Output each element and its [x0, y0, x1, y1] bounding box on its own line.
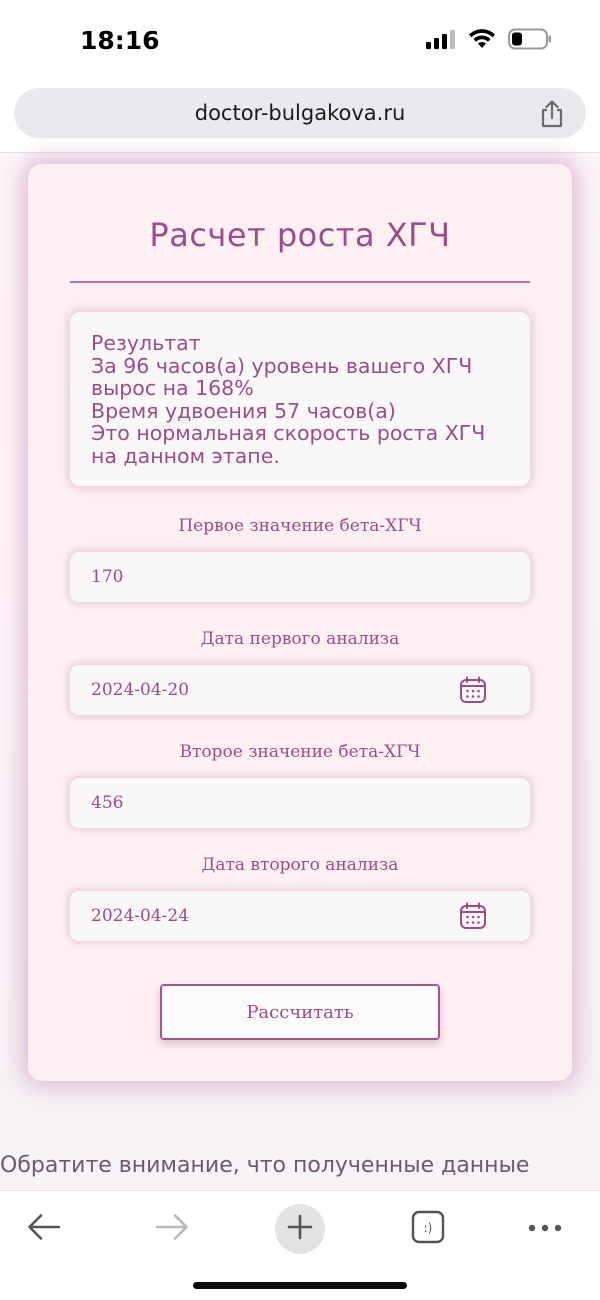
notice-text: Обратите внимание, что полученные данные — [0, 1153, 530, 1178]
result-line: на данном этапе. — [91, 443, 280, 468]
back-button[interactable] — [16, 1201, 72, 1257]
second-value-input[interactable]: 456 — [70, 778, 530, 828]
new-tab-plus-icon — [287, 1214, 313, 1245]
result-line: За 96 часов(а) уровень вашего ХГЧ — [91, 353, 473, 378]
second-date-input[interactable]: 2024-04-24 — [70, 891, 530, 941]
calendar-icon[interactable] — [459, 676, 487, 709]
first-date-label: Дата первого анализа — [200, 629, 400, 649]
result-line: Результат — [91, 331, 201, 355]
forward-arrow-icon — [155, 1213, 189, 1246]
forward-button[interactable] — [144, 1201, 200, 1257]
result-line: вырос на 168% — [91, 376, 254, 400]
second-date-text: 2024-04-24 — [91, 906, 190, 926]
page-title: Расчет роста ХГЧ — [149, 216, 451, 254]
result-line: Это нормальная скорость роста ХГЧ — [91, 421, 486, 445]
title-divider — [70, 281, 530, 283]
svg-text::): :) — [424, 1221, 433, 1235]
first-value-label: Первое значение бета-ХГЧ — [178, 516, 422, 536]
result-line: Время удвоения 57 часов(а) — [91, 398, 396, 423]
more-button[interactable] — [517, 1201, 573, 1257]
tabs-button[interactable]: :) — [400, 1201, 456, 1257]
second-date-label: Дата второго анализа — [201, 855, 399, 875]
battery-icon — [508, 28, 552, 55]
first-value-input[interactable]: 170 — [70, 552, 530, 602]
status-bar: 18:16 — [0, 0, 600, 80]
back-arrow-icon — [27, 1213, 61, 1246]
browser-toolbar: :) — [0, 1190, 600, 1300]
first-date-text: 2024-04-20 — [91, 680, 190, 700]
first-date-input[interactable]: 2024-04-20 — [70, 665, 530, 715]
signal-icon — [426, 29, 456, 54]
page-content: Расчет роста ХГЧ Результат За 96 часов(а… — [0, 153, 600, 1190]
new-tab-button[interactable] — [272, 1201, 328, 1257]
result-box: Результат За 96 часов(а) уровень вашего … — [70, 312, 530, 486]
home-indicator — [193, 1282, 407, 1289]
status-time: 18:16 — [80, 26, 160, 55]
calendar-icon[interactable] — [459, 902, 487, 935]
second-value-label: Второе значение бета-ХГЧ — [179, 742, 421, 762]
more-icon — [528, 1220, 562, 1238]
second-value-text: 456 — [91, 793, 124, 813]
status-icons — [426, 28, 552, 55]
first-value-text: 170 — [91, 567, 124, 587]
address-bar[interactable]: doctor-bulgakova.ru — [14, 88, 586, 138]
hcg-calculator-card: Расчет роста ХГЧ Результат За 96 часов(а… — [28, 164, 572, 1081]
tabs-icon: :) — [411, 1210, 445, 1249]
share-icon[interactable] — [538, 99, 566, 134]
url-text: doctor-bulgakova.ru — [194, 101, 406, 125]
calculate-button[interactable]: Рассчитать — [160, 984, 440, 1040]
new-tab-circle — [275, 1204, 325, 1254]
wifi-icon — [468, 29, 496, 54]
